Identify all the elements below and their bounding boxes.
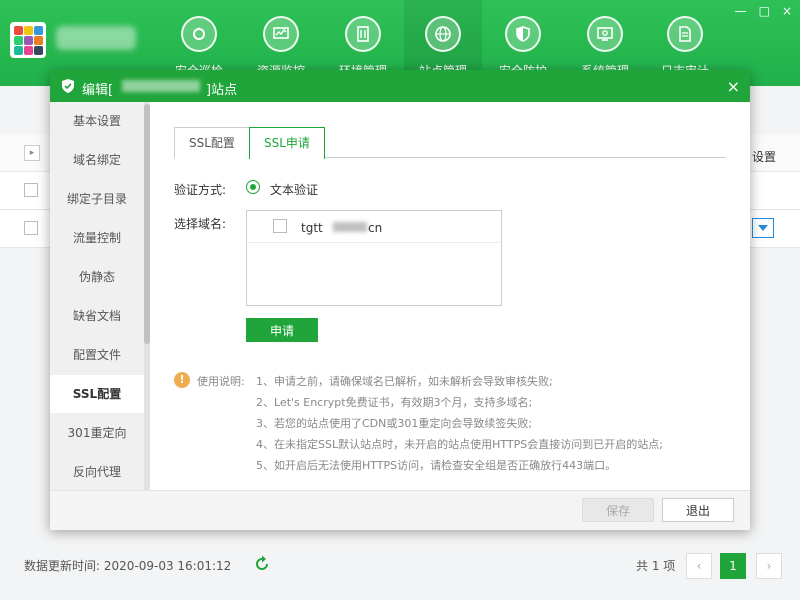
domain-name-prefix: tgtt <box>301 221 323 235</box>
dialog-titlebar: 编辑[ ]站点 × <box>50 70 750 102</box>
menu-item-default-doc[interactable]: 缺省文档 <box>50 297 144 335</box>
dialog-close-button[interactable]: × <box>727 77 740 96</box>
update-time-text: 数据更新时间: 2020-09-03 16:01:12 <box>24 559 232 573</box>
usage-note: 1、申请之前，请确保域名已解析，如未解析会导致审核失败; <box>256 375 553 388</box>
menu-item-config-file[interactable]: 配置文件 <box>50 336 144 374</box>
refresh-icon[interactable] <box>252 554 272 574</box>
tab-ssl-apply[interactable]: SSL申请 <box>249 127 325 159</box>
window-controls: — □ × <box>735 4 792 18</box>
column-header-settings: 设置 <box>752 150 777 164</box>
pager-next-button[interactable]: › <box>756 553 782 579</box>
menu-item-basic-settings[interactable]: 基本设置 <box>50 102 144 140</box>
menu-item-domain-binding[interactable]: 域名绑定 <box>50 141 144 179</box>
window-close-button[interactable]: × <box>782 4 792 18</box>
domain-list: tgtt cn <box>246 210 502 306</box>
dialog-title-suffix: ]站点 <box>206 83 238 98</box>
domain-name-suffix: cn <box>368 221 383 235</box>
dialog-title-prefix: 编辑[ <box>82 83 114 98</box>
select-domain-label: 选择域名: <box>174 217 227 231</box>
shield-icon <box>505 16 541 52</box>
dialog-footer: 保存 退出 <box>50 490 750 530</box>
edit-site-dialog: 编辑[ ]站点 × 基本设置 域名绑定 绑定子目录 流量控制 伪静态 缺省文档 … <box>50 70 750 530</box>
server-stack-icon <box>345 16 381 52</box>
maximize-button[interactable]: □ <box>759 4 770 18</box>
info-icon: ! <box>174 372 190 388</box>
play-icon[interactable]: ▸ <box>24 145 40 161</box>
menu-item-rewrite[interactable]: 伪静态 <box>50 258 144 296</box>
usage-notes-label: 使用说明: <box>197 375 245 388</box>
row-checkbox[interactable] <box>24 221 38 235</box>
gear-cycle-icon <box>181 16 217 52</box>
page-footer: 数据更新时间: 2020-09-03 16:01:12 共 1 项 ‹ 1 › <box>0 540 800 600</box>
pager-total: 共 1 项 <box>636 559 676 573</box>
monitor-chart-icon <box>263 16 299 52</box>
tab-ssl-config[interactable]: SSL配置 <box>174 127 250 158</box>
app-name-redacted <box>56 26 136 50</box>
list-item[interactable]: tgtt cn <box>247 211 501 243</box>
settings-side-menu: 基本设置 域名绑定 绑定子目录 流量控制 伪静态 缺省文档 配置文件 SSL配置… <box>50 102 150 490</box>
usage-note: 2、Let's Encrypt免费证书，有效期3个月，支持多域名; <box>256 396 533 409</box>
globe-icon <box>425 16 461 52</box>
row-checkbox[interactable] <box>24 183 38 197</box>
verify-text-radio[interactable] <box>246 180 260 194</box>
menu-item-subdirectory[interactable]: 绑定子目录 <box>50 180 144 218</box>
verify-text-label[interactable]: 文本验证 <box>270 181 318 198</box>
save-button[interactable]: 保存 <box>582 498 654 522</box>
shield-icon <box>62 79 74 93</box>
menu-item-redirect-301[interactable]: 301重定向 <box>50 414 144 452</box>
domain-redacted <box>333 222 367 232</box>
verify-method-label: 验证方式: <box>174 183 227 197</box>
chevron-down-icon[interactable] <box>752 218 774 238</box>
minimize-button[interactable]: — <box>735 4 747 18</box>
pager-page-1[interactable]: 1 <box>720 553 746 579</box>
apply-button[interactable]: 申请 <box>246 318 318 342</box>
usage-note: 3、若您的站点使用了CDN或301重定向会导致续签失败; <box>256 417 533 430</box>
app-logo <box>10 22 46 58</box>
ssl-tabs: SSL配置 SSL申请 <box>174 127 726 159</box>
menu-item-traffic-control[interactable]: 流量控制 <box>50 219 144 257</box>
document-icon <box>667 16 703 52</box>
menu-item-reverse-proxy[interactable]: 反向代理 <box>50 453 144 491</box>
usage-note: 4、在未指定SSL默认站点时，未开启的站点使用HTTPS会直接访问到已开启的站点… <box>256 438 663 451</box>
menu-item-ssl[interactable]: SSL配置 <box>50 375 144 413</box>
domain-checkbox[interactable] <box>273 219 287 233</box>
usage-note: 5、如开启后无法使用HTTPS访问，请检查安全组是否正确放行443端口。 <box>256 459 617 472</box>
ssl-content: SSL配置 SSL申请 验证方式: 文本验证 选择域名: tgtt cn 申请 … <box>150 102 750 490</box>
exit-button[interactable]: 退出 <box>662 498 734 522</box>
pager-prev-button[interactable]: ‹ <box>686 553 712 579</box>
display-gear-icon <box>587 16 623 52</box>
site-name-redacted <box>122 80 200 92</box>
